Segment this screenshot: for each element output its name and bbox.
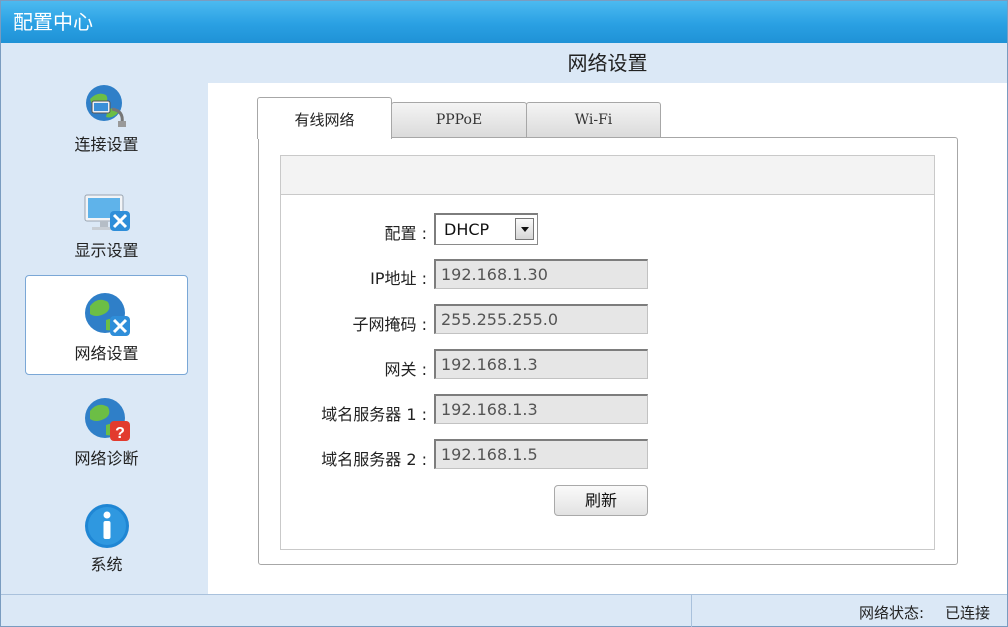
tab-label: PPPoE — [435, 112, 483, 128]
globe-connect-icon — [85, 85, 126, 127]
page-title: 网络设置 — [208, 43, 1007, 83]
monitor-tools-icon — [84, 194, 130, 231]
sidebar-item-label: 网络设置 — [74, 344, 139, 363]
sidebar-item-system[interactable]: 系统 — [25, 487, 188, 587]
refresh-button[interactable]: 刷新 — [554, 485, 648, 516]
svg-text:?: ? — [115, 425, 125, 442]
tab-label: 有线网络 — [294, 111, 355, 129]
sidebar-item-display-settings[interactable]: 显示设置 — [25, 173, 188, 273]
sidebar-item-network-settings[interactable]: 网络设置 — [25, 275, 188, 375]
status-divider — [691, 595, 692, 627]
sidebar-item-label: 连接设置 — [74, 135, 139, 154]
network-status-label: 网络状态: — [859, 604, 925, 622]
tab-label: Wi-Fi — [574, 112, 613, 128]
dns1-label: 域名服务器 1 : — [321, 405, 427, 424]
dns2-field[interactable]: 192.168.1.5 — [434, 439, 648, 469]
config-label: 配置 : — [384, 224, 427, 243]
gateway-label: 网关 : — [384, 360, 427, 379]
gateway-field[interactable]: 192.168.1.3 — [434, 349, 648, 379]
subnet-mask-label: 子网掩码 : — [352, 315, 427, 334]
config-center-window: 配置中心 连接设置 显示设置 网络设置 ? 网络诊断 系统 网络设置 有线网络 … — [0, 0, 1008, 627]
ip-address-field[interactable]: 192.168.1.30 — [434, 259, 648, 289]
sidebar-item-connection-settings[interactable]: 连接设置 — [25, 67, 188, 167]
config-select-value: DHCP — [444, 220, 490, 239]
form-header — [281, 156, 934, 195]
window-title: 配置中心 — [13, 10, 93, 34]
dns1-field[interactable]: 192.168.1.3 — [434, 394, 648, 424]
dns2-label: 域名服务器 2 : — [321, 450, 427, 469]
info-icon — [84, 504, 129, 548]
sidebar-item-label: 显示设置 — [74, 241, 139, 260]
sidebar-item-label: 系统 — [90, 555, 123, 574]
globe-help-icon: ? — [84, 398, 130, 442]
network-status-value: 已连接 — [945, 604, 991, 622]
ip-address-label: IP地址 : — [370, 269, 427, 288]
tab-wired-network[interactable]: 有线网络 — [257, 97, 392, 139]
tab-pppoe[interactable]: PPPoE — [391, 102, 527, 138]
globe-tools-icon — [84, 293, 130, 336]
tab-wifi[interactable]: Wi-Fi — [526, 102, 661, 138]
sidebar: 连接设置 显示设置 网络设置 ? 网络诊断 系统 — [1, 43, 208, 594]
sidebar-item-label: 网络诊断 — [74, 449, 139, 468]
sidebar-item-network-diagnostics[interactable]: ? 网络诊断 — [25, 381, 188, 481]
title-bar: 配置中心 — [1, 1, 1007, 43]
chevron-down-icon[interactable] — [515, 218, 534, 240]
status-bar: 网络状态: 已连接 — [1, 594, 1007, 627]
config-select[interactable]: DHCP — [434, 213, 538, 245]
subnet-mask-field[interactable]: 255.255.255.0 — [434, 304, 648, 334]
